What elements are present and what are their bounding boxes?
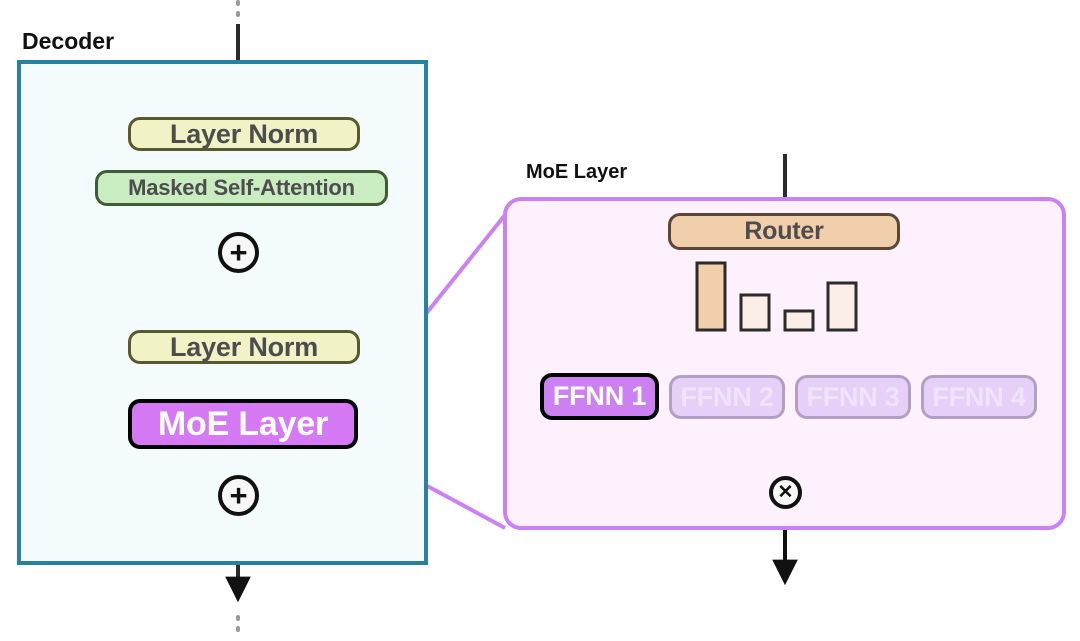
expert-ffnn-4[interactable]: FFNN 4 bbox=[921, 375, 1037, 419]
expert-ffnn-2-label: FFNN 2 bbox=[680, 381, 774, 412]
residual-add-1-op: + bbox=[218, 232, 259, 273]
decoder-title: Decoder bbox=[22, 28, 115, 54]
masked-self-attention-box[interactable]: Masked Self-Attention bbox=[95, 170, 388, 206]
expert-ffnn-4-label: FFNN 4 bbox=[932, 381, 1026, 412]
expert-ffnn-3[interactable]: FFNN 3 bbox=[795, 375, 911, 419]
diagram-canvas: Decoder Layer Norm Masked Self-Attention… bbox=[0, 0, 1080, 641]
layer-norm-2-box[interactable]: Layer Norm bbox=[128, 330, 360, 364]
masked-self-attention-label: Masked Self-Attention bbox=[128, 175, 355, 200]
multiply-icon: ✕ bbox=[777, 482, 794, 503]
moe-panel-title: MoE Layer bbox=[526, 161, 628, 183]
plus-icon: + bbox=[229, 235, 248, 270]
layer-norm-1-box[interactable]: Layer Norm bbox=[128, 117, 360, 151]
expert-ffnn-1-label: FFNN 1 bbox=[552, 381, 647, 411]
plus-icon: + bbox=[229, 478, 248, 513]
layer-norm-2-label: Layer Norm bbox=[169, 331, 319, 362]
residual-add-2-op: + bbox=[218, 475, 259, 516]
layer-norm-1-label: Layer Norm bbox=[169, 118, 319, 149]
expert-ffnn-2[interactable]: FFNN 2 bbox=[669, 375, 785, 419]
expert-ffnn-3-label: FFNN 3 bbox=[806, 381, 900, 412]
moe-layer-box[interactable]: MoE Layer bbox=[128, 399, 358, 449]
router-label: Router bbox=[744, 217, 824, 245]
router-box[interactable]: Router bbox=[668, 213, 900, 250]
multiply-op: ✕ bbox=[769, 476, 802, 509]
expert-ffnn-1[interactable]: FFNN 1 bbox=[540, 373, 659, 420]
moe-layer-label: MoE Layer bbox=[157, 404, 329, 443]
